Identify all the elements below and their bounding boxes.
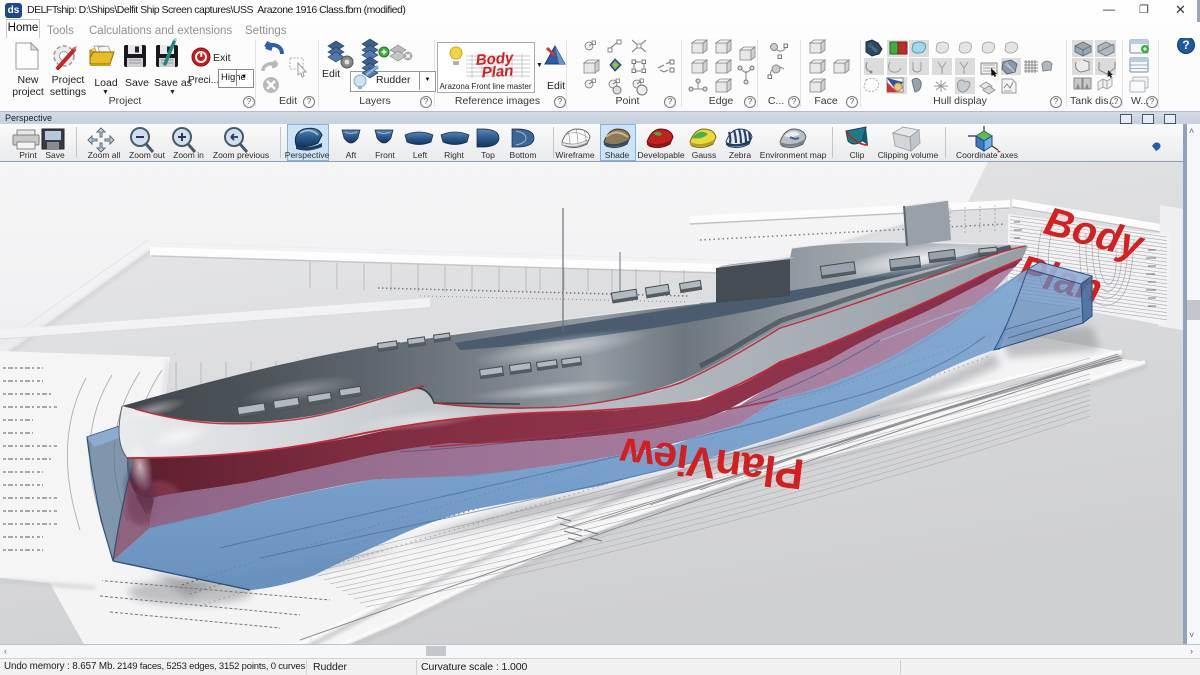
svg-text:Plan: Plan bbox=[481, 62, 514, 81]
svg-text:?: ? bbox=[1182, 38, 1189, 52]
